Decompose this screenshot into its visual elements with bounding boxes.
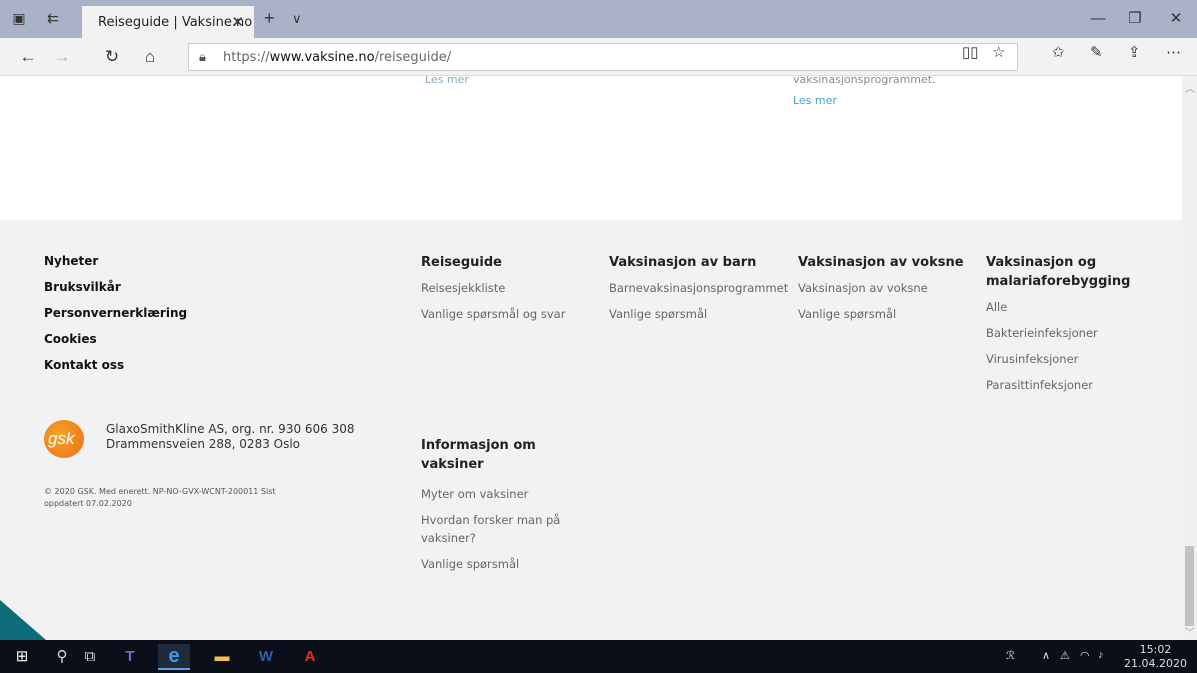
set-aside-tabs-icon[interactable]: ⇇ [44,10,62,26]
company-info-line1: GlaxoSmithKline AS, org. nr. 930 606 308 [106,422,355,436]
favorite-star-icon[interactable]: ☆ [992,43,1005,61]
share-icon[interactable]: ⇪ [1128,43,1141,61]
col-title-reiseguide: Reiseguide [421,255,502,270]
col-title-info-line1: Informasjon om [421,438,536,453]
footer-link-forsker-line1[interactable]: Hvordan forsker man på [421,511,560,529]
back-arrow-icon[interactable]: ← [18,47,38,67]
show-hidden-icons-chevron-icon[interactable]: ∧ [1042,649,1050,662]
footer-link-bakterie[interactable]: Bakterieinfeksjoner [986,324,1098,342]
favorites-hub-icon[interactable]: ✩ [1052,43,1065,61]
teaser-text: vaksinasjonsprogrammet. [793,76,936,86]
tab-title: Reiseguide | Vaksine.no [98,15,253,30]
page-scrollbar[interactable]: ︿ ﹀ [1182,76,1197,640]
system-clock[interactable]: 15:02 21.04.2020 [1124,643,1187,671]
close-tab-icon[interactable]: ✕ [231,13,244,31]
footer-link-reisesjekkliste[interactable]: Reisesjekkliste [421,279,505,297]
footer: Nyheter Bruksvilkår Personvernerklæring … [0,220,1182,640]
acrobat-icon[interactable]: A [300,647,320,667]
volume-icon[interactable]: ♪ [1098,649,1104,661]
clock-time: 15:02 [1139,643,1172,656]
les-mer-link[interactable]: Les mer [793,94,837,107]
copyright-text: © 2020 GSK. Med enerett. NP-NO-GVX-WCNT-… [44,487,276,508]
footer-link-personvern[interactable]: Personvernerklæring [44,306,187,320]
col-title-barn: Vaksinasjon av barn [609,255,757,270]
restore-button[interactable]: ❐ [1112,6,1158,32]
teams-icon[interactable]: T [120,647,140,667]
col-title-voksne: Vaksinasjon av voksne [798,255,964,270]
scrollbar-thumb[interactable] [1185,546,1194,626]
footer-link-bruksvilkar[interactable]: Bruksvilkår [44,280,121,294]
footer-link-myter[interactable]: Myter om vaksiner [421,485,528,503]
file-explorer-icon[interactable]: ▬ [212,647,232,667]
footer-link-voksne[interactable]: Vaksinasjon av voksne [798,279,928,297]
teal-corner-decoration [0,600,46,640]
wifi-icon[interactable]: ◠ [1080,649,1090,662]
reading-view-icon[interactable]: ▯▯ [962,43,979,61]
footer-link-parasitt[interactable]: Parasittinfeksjoner [986,376,1093,394]
col-title-malaria-line2: malariaforebygging [986,274,1131,289]
address-bar[interactable]: 🔒︎ https://www.vaksine.no/reiseguide/ [188,43,1018,71]
les-mer-link[interactable]: Les mer [425,76,469,86]
footer-link-virus[interactable]: Virusinfeksjoner [986,350,1078,368]
refresh-icon[interactable]: ↻ [102,47,122,67]
footer-link-alle[interactable]: Alle [986,298,1007,316]
footer-link-barn-faq[interactable]: Vanlige spørsmål [609,305,707,323]
footer-link-kontakt[interactable]: Kontakt oss [44,358,124,372]
windows-start-icon[interactable]: ⊞ [12,647,32,667]
forward-arrow-icon[interactable]: → [52,47,72,67]
footer-link-nyheter[interactable]: Nyheter [44,254,98,268]
page-viewport: Les mer vaksinasjonsprogrammet. Les mer … [0,76,1182,640]
word-icon[interactable]: W [256,647,276,667]
pen-notes-icon[interactable]: ✎ [1090,43,1103,61]
footer-link-reise-faq[interactable]: Vanlige spørsmål og svar [421,305,565,323]
gsk-logo[interactable]: gsk [44,420,84,458]
tab-list-chevron-icon[interactable]: ∨ [292,11,302,27]
address-toolbar: ← → ↻ ⌂ 🔒︎ https://www.vaksine.no/reiseg… [0,38,1197,76]
footer-link-info-faq[interactable]: Vanlige spørsmål [421,555,519,573]
close-window-button[interactable]: ✕ [1153,6,1197,32]
lock-icon: 🔒︎ [199,49,206,64]
footer-link-cookies[interactable]: Cookies [44,332,97,346]
clock-date: 21.04.2020 [1124,657,1187,670]
task-view-icon[interactable]: ⧉ [80,647,100,667]
col-title-malaria-line1: Vaksinasjon og [986,255,1097,270]
url-text: https://www.vaksine.no/reiseguide/ [223,50,452,65]
new-tab-button[interactable]: + [264,8,275,29]
scroll-up-icon[interactable]: ︿ [1185,80,1195,95]
search-icon[interactable]: ⚲ [52,647,72,667]
gsk-logo-text: gsk [48,429,75,448]
footer-link-voksne-faq[interactable]: Vanlige spørsmål [798,305,896,323]
scroll-down-icon[interactable]: ﹀ [1185,624,1195,639]
title-bar: ▣ ⇇ Reiseguide | Vaksine.no ✕ + ∨ — ❐ ✕ [0,0,1197,38]
people-icon[interactable]: ℛ [1006,649,1015,662]
home-icon[interactable]: ⌂ [140,47,160,67]
edge-icon[interactable]: e [158,644,190,670]
taskbar: ⊞ ⚲ ⧉ T e ▬ W A ℛ ∧ ⚠ ◠ ♪ 15:02 21.04.20… [0,640,1197,673]
network-warning-icon[interactable]: ⚠ [1060,649,1070,662]
tab-reiseguide[interactable]: Reiseguide | Vaksine.no ✕ [82,6,254,38]
footer-link-forsker-line2[interactable]: vaksiner? [421,529,476,547]
footer-link-barnevaksinasjon[interactable]: Barnevaksinasjonsprogrammet [609,279,788,297]
company-info-line2: Drammensveien 288, 0283 Oslo [106,437,301,451]
tab-preview-icon[interactable]: ▣ [10,10,28,26]
more-menu-icon[interactable]: ⋯ [1166,43,1181,61]
col-title-info-line2: vaksiner [421,457,484,472]
